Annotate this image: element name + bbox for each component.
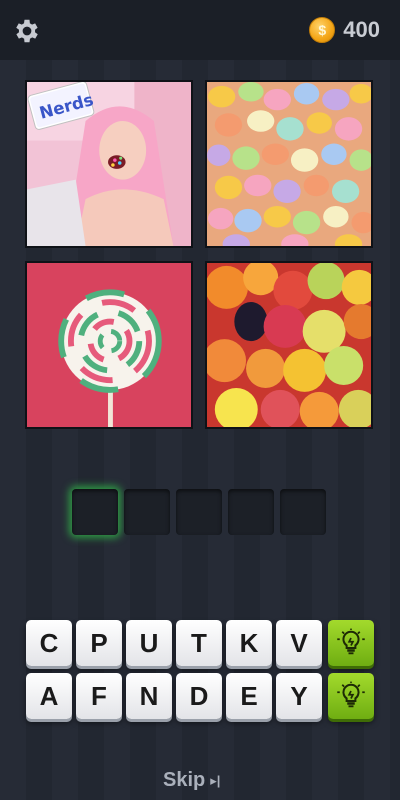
letter-key[interactable]: Y [276,673,322,719]
coin-balance[interactable]: $ 400 [309,15,380,45]
letter-key[interactable]: A [26,673,72,719]
letter-key[interactable]: F [76,673,122,719]
letter-key[interactable]: N [126,673,172,719]
puzzle-image-3[interactable] [25,261,193,429]
letter-key[interactable]: D [176,673,222,719]
puzzle-image-4[interactable] [205,261,373,429]
answer-slots [70,489,330,537]
top-bar: $ 400 [0,0,400,60]
lightbulb-icon [337,628,365,655]
answer-slot-2[interactable] [124,489,170,535]
gear-icon[interactable] [12,16,42,46]
answer-slot-1[interactable] [72,489,118,535]
skip-button[interactable]: Skip ▸| [163,769,220,792]
letter-key[interactable]: P [76,620,122,666]
letter-key[interactable]: T [176,620,222,666]
hint-button[interactable] [328,620,374,666]
puzzle-image-1[interactable]: Nerds [25,80,193,248]
hint-button[interactable] [328,673,374,719]
answer-slot-5[interactable] [280,489,326,535]
skip-icon: ▸| [210,772,221,788]
letter-key[interactable]: K [226,620,272,666]
puzzle-image-2[interactable] [205,80,373,248]
answer-slot-4[interactable] [228,489,274,535]
coin-count: 400 [343,17,380,42]
letter-key[interactable]: C [26,620,72,666]
skip-label: Skip [163,769,206,791]
letter-key[interactable]: U [126,620,172,666]
letter-key[interactable]: V [276,620,322,666]
coin-icon: $ [309,17,336,43]
answer-slot-3[interactable] [176,489,222,535]
letter-key[interactable]: E [226,673,272,719]
lightbulb-icon [337,681,365,708]
